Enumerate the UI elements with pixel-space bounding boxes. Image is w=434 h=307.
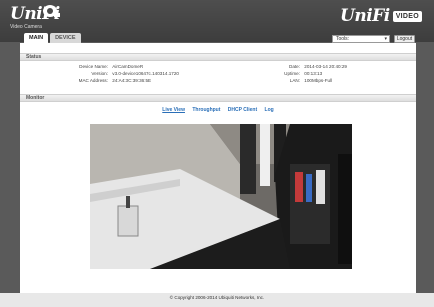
status-row-date: Date: 2014-03-14 20:40:29 [260, 64, 347, 70]
unifi-video-logo: UniFi VIDEO [340, 8, 422, 25]
status-value: v3.0-device10647c.140314.1720 [112, 71, 179, 76]
status-key: Uptime: [284, 71, 300, 76]
status-key: Date: [289, 64, 300, 69]
brand-subtitle: Video Camera [10, 24, 42, 30]
status-value: 2014-03-14 20:40:29 [304, 64, 347, 69]
camera-frame-image [90, 124, 352, 269]
monitor-section-header: Monitor [20, 94, 416, 102]
status-row-lan: LAN: 100Mbps-Full [260, 78, 332, 84]
tools-dropdown[interactable]: Tools: ▾ [332, 35, 390, 43]
status-key: Device Name: [79, 64, 108, 69]
tab-device[interactable]: DEVICE [50, 33, 81, 43]
main-panel: Status Device Name: AirCamDomeR Version:… [20, 43, 416, 293]
status-key: LAN: [289, 78, 300, 83]
status-key: Version: [91, 71, 108, 76]
live-video-feed [90, 124, 352, 269]
status-value: 00:13:13 [304, 71, 323, 76]
status-section-header: Status [20, 53, 416, 61]
video-badge: VIDEO [392, 11, 422, 22]
status-value: AirCamDomeR [112, 64, 144, 69]
main-tabs: MAIN DEVICE [24, 33, 83, 43]
link-throughput[interactable]: Throughput [192, 107, 220, 113]
monitor-links: Live View Throughput DHCP Client Log [20, 107, 416, 114]
copyright-text: © Copyright 2006-2014 Ubiquiti Networks,… [169, 295, 265, 300]
status-value: 24:A4:3C:39:36:5E [112, 78, 152, 83]
link-log[interactable]: Log [265, 107, 274, 113]
link-dhcp-client[interactable]: DHCP Client [228, 107, 257, 113]
camera-icon [43, 5, 60, 17]
chevron-down-icon: ▾ [384, 36, 387, 42]
tools-dropdown-value: Tools: [336, 36, 350, 42]
tab-main[interactable]: MAIN [24, 33, 49, 43]
status-value: 100Mbps-Full [304, 78, 333, 83]
app-header: UniFi Video Camera UniFi VIDEO MAIN DEVI… [0, 0, 434, 43]
brand-name-right: UniFi [340, 6, 390, 26]
status-row-mac: MAC Address: 24:A4:3C:39:36:5E [24, 78, 151, 84]
status-key: MAC Address: [78, 78, 108, 83]
link-live-view[interactable]: Live View [162, 107, 185, 113]
status-row-device-name: Device Name: AirCamDomeR [24, 64, 143, 70]
status-row-uptime: Uptime: 00:13:13 [260, 71, 322, 77]
logout-button[interactable]: Logout [394, 35, 415, 43]
status-row-version: Version: v3.0-device10647c.140314.1720 [24, 71, 179, 77]
